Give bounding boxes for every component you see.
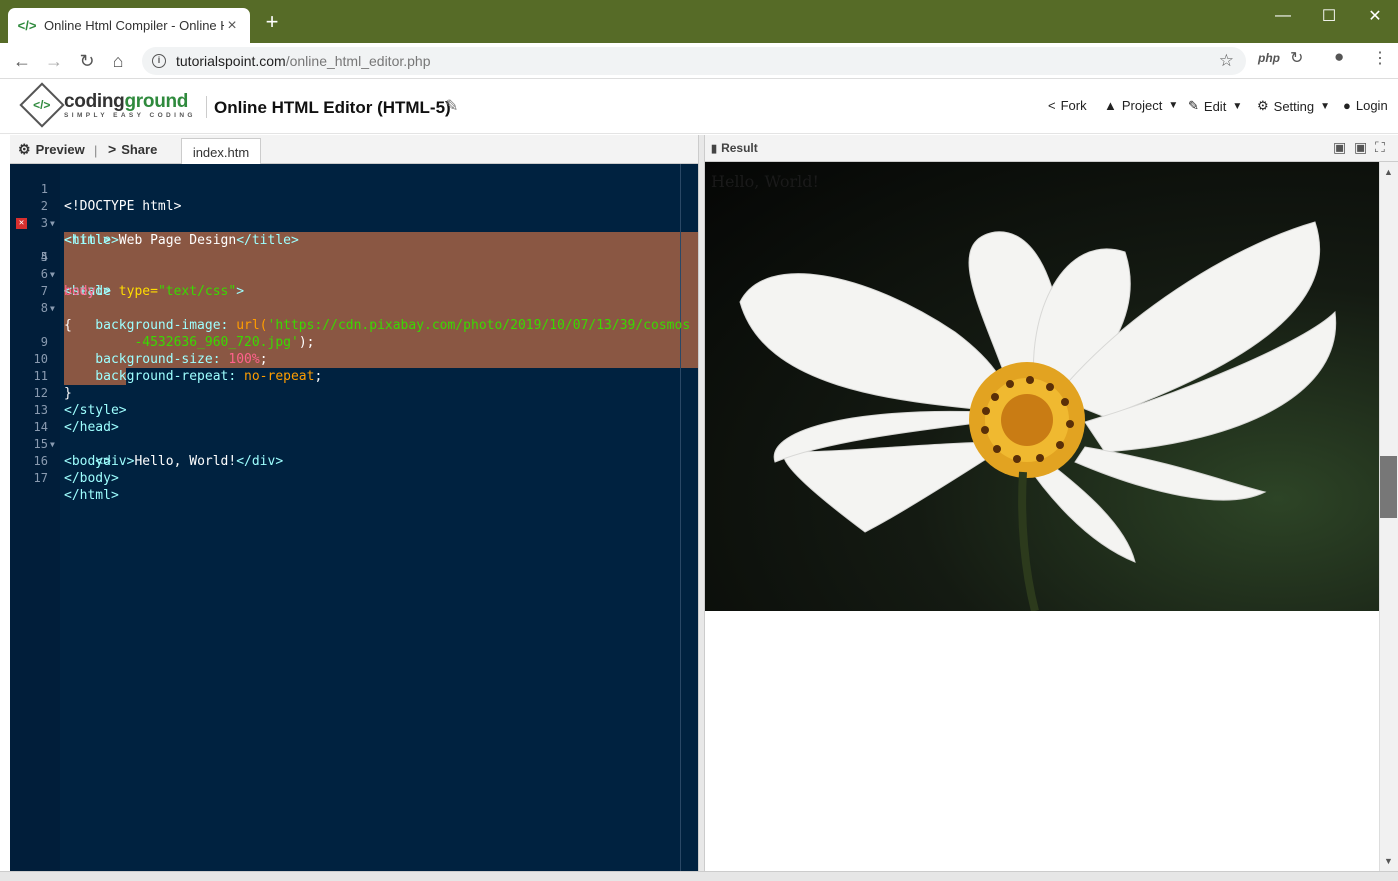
bar-chart-icon: ▮ bbox=[711, 142, 718, 155]
edit-menu[interactable]: ✎ Edit ▼ bbox=[1188, 98, 1242, 114]
code-line: 7 ▼ { bbox=[40, 284, 72, 333]
hello-world-text: Hello, World! bbox=[711, 172, 819, 191]
fork-menu[interactable]: < Fork bbox=[1048, 98, 1087, 113]
code-line: 1 <!DOCTYPE html> bbox=[40, 182, 182, 214]
code-line: 17 </html> bbox=[33, 471, 119, 503]
login-button[interactable]: ● Login bbox=[1343, 98, 1388, 113]
code-line: 8 background-image: url('https://cdn.pix… bbox=[40, 301, 691, 333]
edit-icon: ✎ bbox=[1188, 98, 1199, 113]
refresh-extension-icon[interactable]: ↻ bbox=[1290, 48, 1303, 68]
gears-icon: ⚙ bbox=[18, 141, 31, 157]
setting-menu[interactable]: ⚙ Setting ▼ bbox=[1257, 98, 1330, 114]
user-icon: ● bbox=[1343, 98, 1351, 113]
gear-icon: ⚙ bbox=[1257, 98, 1269, 113]
logo-name-a: coding bbox=[64, 90, 125, 112]
page-title: Online HTML Editor (HTML-5) bbox=[214, 98, 451, 117]
browser-tab[interactable]: </> Online Html Compiler - Online H × bbox=[8, 8, 250, 43]
code-line: 11 } bbox=[33, 369, 72, 401]
preview-label: Preview bbox=[35, 142, 85, 157]
maximize-icon[interactable]: ☐ bbox=[1306, 0, 1352, 32]
code-line: 12 </style> bbox=[33, 386, 127, 418]
code-favicon-icon: </> bbox=[17, 18, 37, 33]
tab-title: Online Html Compiler - Online H bbox=[44, 18, 224, 33]
close-window-icon[interactable]: ✕ bbox=[1352, 0, 1398, 32]
minimize-icon[interactable]: — bbox=[1260, 0, 1306, 32]
profile-avatar-icon[interactable]: ● bbox=[1334, 47, 1344, 67]
more-menu-icon[interactable]: ⋮ bbox=[1372, 48, 1388, 68]
code-line: 5 ▼ <style type="text/css"> bbox=[40, 250, 245, 299]
pane-splitter[interactable] bbox=[698, 135, 705, 871]
bookmark-star-icon[interactable]: ☆ bbox=[1219, 51, 1234, 71]
result-label: Result bbox=[721, 141, 758, 155]
caret-down-icon: ▼ bbox=[1320, 100, 1331, 112]
caret-down-icon: ▼ bbox=[1232, 100, 1243, 112]
flower-illustration bbox=[739, 221, 1337, 611]
share-button[interactable]: > Share bbox=[108, 141, 157, 157]
project-label: Project bbox=[1121, 98, 1163, 113]
reload-icon[interactable]: ↻ bbox=[75, 49, 99, 73]
new-tab-button[interactable]: + bbox=[262, 11, 282, 33]
edit-label: Edit bbox=[1203, 98, 1227, 114]
collapse-vertical-icon[interactable]: ▣ bbox=[1354, 139, 1367, 156]
code-line: 3 <title>Web Page Design</title> bbox=[40, 216, 299, 248]
fork-label: Fork bbox=[1060, 98, 1087, 113]
browser-titlebar: </> Online Html Compiler - Online H × + … bbox=[0, 0, 1398, 43]
result-header: ▮ Result ▣ ▣ ⛶ bbox=[705, 135, 1398, 162]
code-line-wrap: -4532636_960_720.jpg'); bbox=[64, 335, 315, 350]
sitemap-icon: ▲ bbox=[1104, 98, 1117, 113]
scroll-down-icon[interactable]: ▼ bbox=[1380, 853, 1397, 869]
code-line: 16 </body> bbox=[33, 454, 119, 486]
url-path: /online_html_editor.php bbox=[285, 53, 431, 69]
error-icon[interactable]: ✕ bbox=[16, 218, 27, 229]
expand-vertical-icon[interactable]: ▣ bbox=[1333, 139, 1346, 156]
header-divider bbox=[206, 96, 207, 118]
code-line: 15 <div>Hello, World!</div> bbox=[33, 437, 284, 469]
setting-label: Setting bbox=[1273, 98, 1315, 114]
code-line: ✕ 4 ▼ <head> bbox=[10, 215, 698, 299]
result-frame[interactable]: Hello, World! bbox=[705, 162, 1379, 871]
logo-name-b: ground bbox=[124, 90, 189, 112]
scroll-up-icon[interactable]: ▲ bbox=[1380, 164, 1397, 180]
codingground-logo[interactable]: </> codingground SIMPLY EASY CODING bbox=[19, 82, 196, 128]
preview-button[interactable]: ⚙ Preview bbox=[18, 141, 85, 158]
code-line: 14 ▼ <body> bbox=[33, 420, 111, 469]
site-info-icon[interactable]: i bbox=[152, 54, 166, 68]
code-line: 10 background-repeat: no-repeat; bbox=[33, 352, 323, 384]
caret-down-icon: ▼ bbox=[1168, 100, 1179, 111]
logo-diamond-icon: </> bbox=[19, 82, 65, 128]
edit-title-icon[interactable]: ✎ bbox=[445, 96, 458, 116]
address-bar[interactable]: i tutorialspoint.com /online_html_editor… bbox=[142, 47, 1246, 75]
scroll-thumb[interactable] bbox=[1380, 456, 1397, 518]
code-line: 13 </head> bbox=[33, 403, 119, 435]
bottom-strip bbox=[0, 871, 1398, 881]
terminal-icon: > bbox=[108, 141, 117, 157]
login-label: Login bbox=[1355, 98, 1388, 113]
logo-tagline: SIMPLY EASY CODING bbox=[64, 111, 196, 119]
browser-toolbar: ← → ↻ ⌂ i tutorialspoint.com /online_htm… bbox=[0, 43, 1398, 79]
tab-separator: | bbox=[94, 143, 98, 158]
back-icon[interactable]: ← bbox=[10, 49, 34, 73]
code-line: 2 ▼ <html> bbox=[40, 199, 111, 248]
result-tab[interactable]: ▮ Result bbox=[711, 141, 758, 155]
php-extension-icon[interactable]: php bbox=[1258, 51, 1280, 65]
code-line: 6 body bbox=[40, 267, 96, 299]
site-header: </> codingground SIMPLY EASY CODING Onli… bbox=[0, 80, 1398, 134]
editor-tabs: ⚙ Preview | > Share index.htm bbox=[10, 135, 698, 165]
file-tab-index[interactable]: index.htm bbox=[181, 138, 261, 165]
fork-icon: < bbox=[1048, 98, 1056, 113]
tab-close-button[interactable]: × bbox=[224, 17, 240, 35]
code-editor[interactable]: 1 <!DOCTYPE html> 2 ▼ <html> 3 <title>We… bbox=[10, 164, 698, 871]
share-label: Share bbox=[121, 141, 158, 157]
cosmos-flower-image bbox=[705, 162, 1379, 611]
fullscreen-icon[interactable]: ⛶ bbox=[1375, 139, 1385, 156]
url-host: tutorialspoint.com bbox=[176, 53, 286, 69]
forward-icon[interactable]: → bbox=[42, 49, 66, 73]
project-menu[interactable]: ▲ Project ▼ bbox=[1104, 98, 1178, 113]
home-icon[interactable]: ⌂ bbox=[106, 49, 130, 73]
code-line: 9 background-size: 100%; bbox=[40, 335, 268, 367]
